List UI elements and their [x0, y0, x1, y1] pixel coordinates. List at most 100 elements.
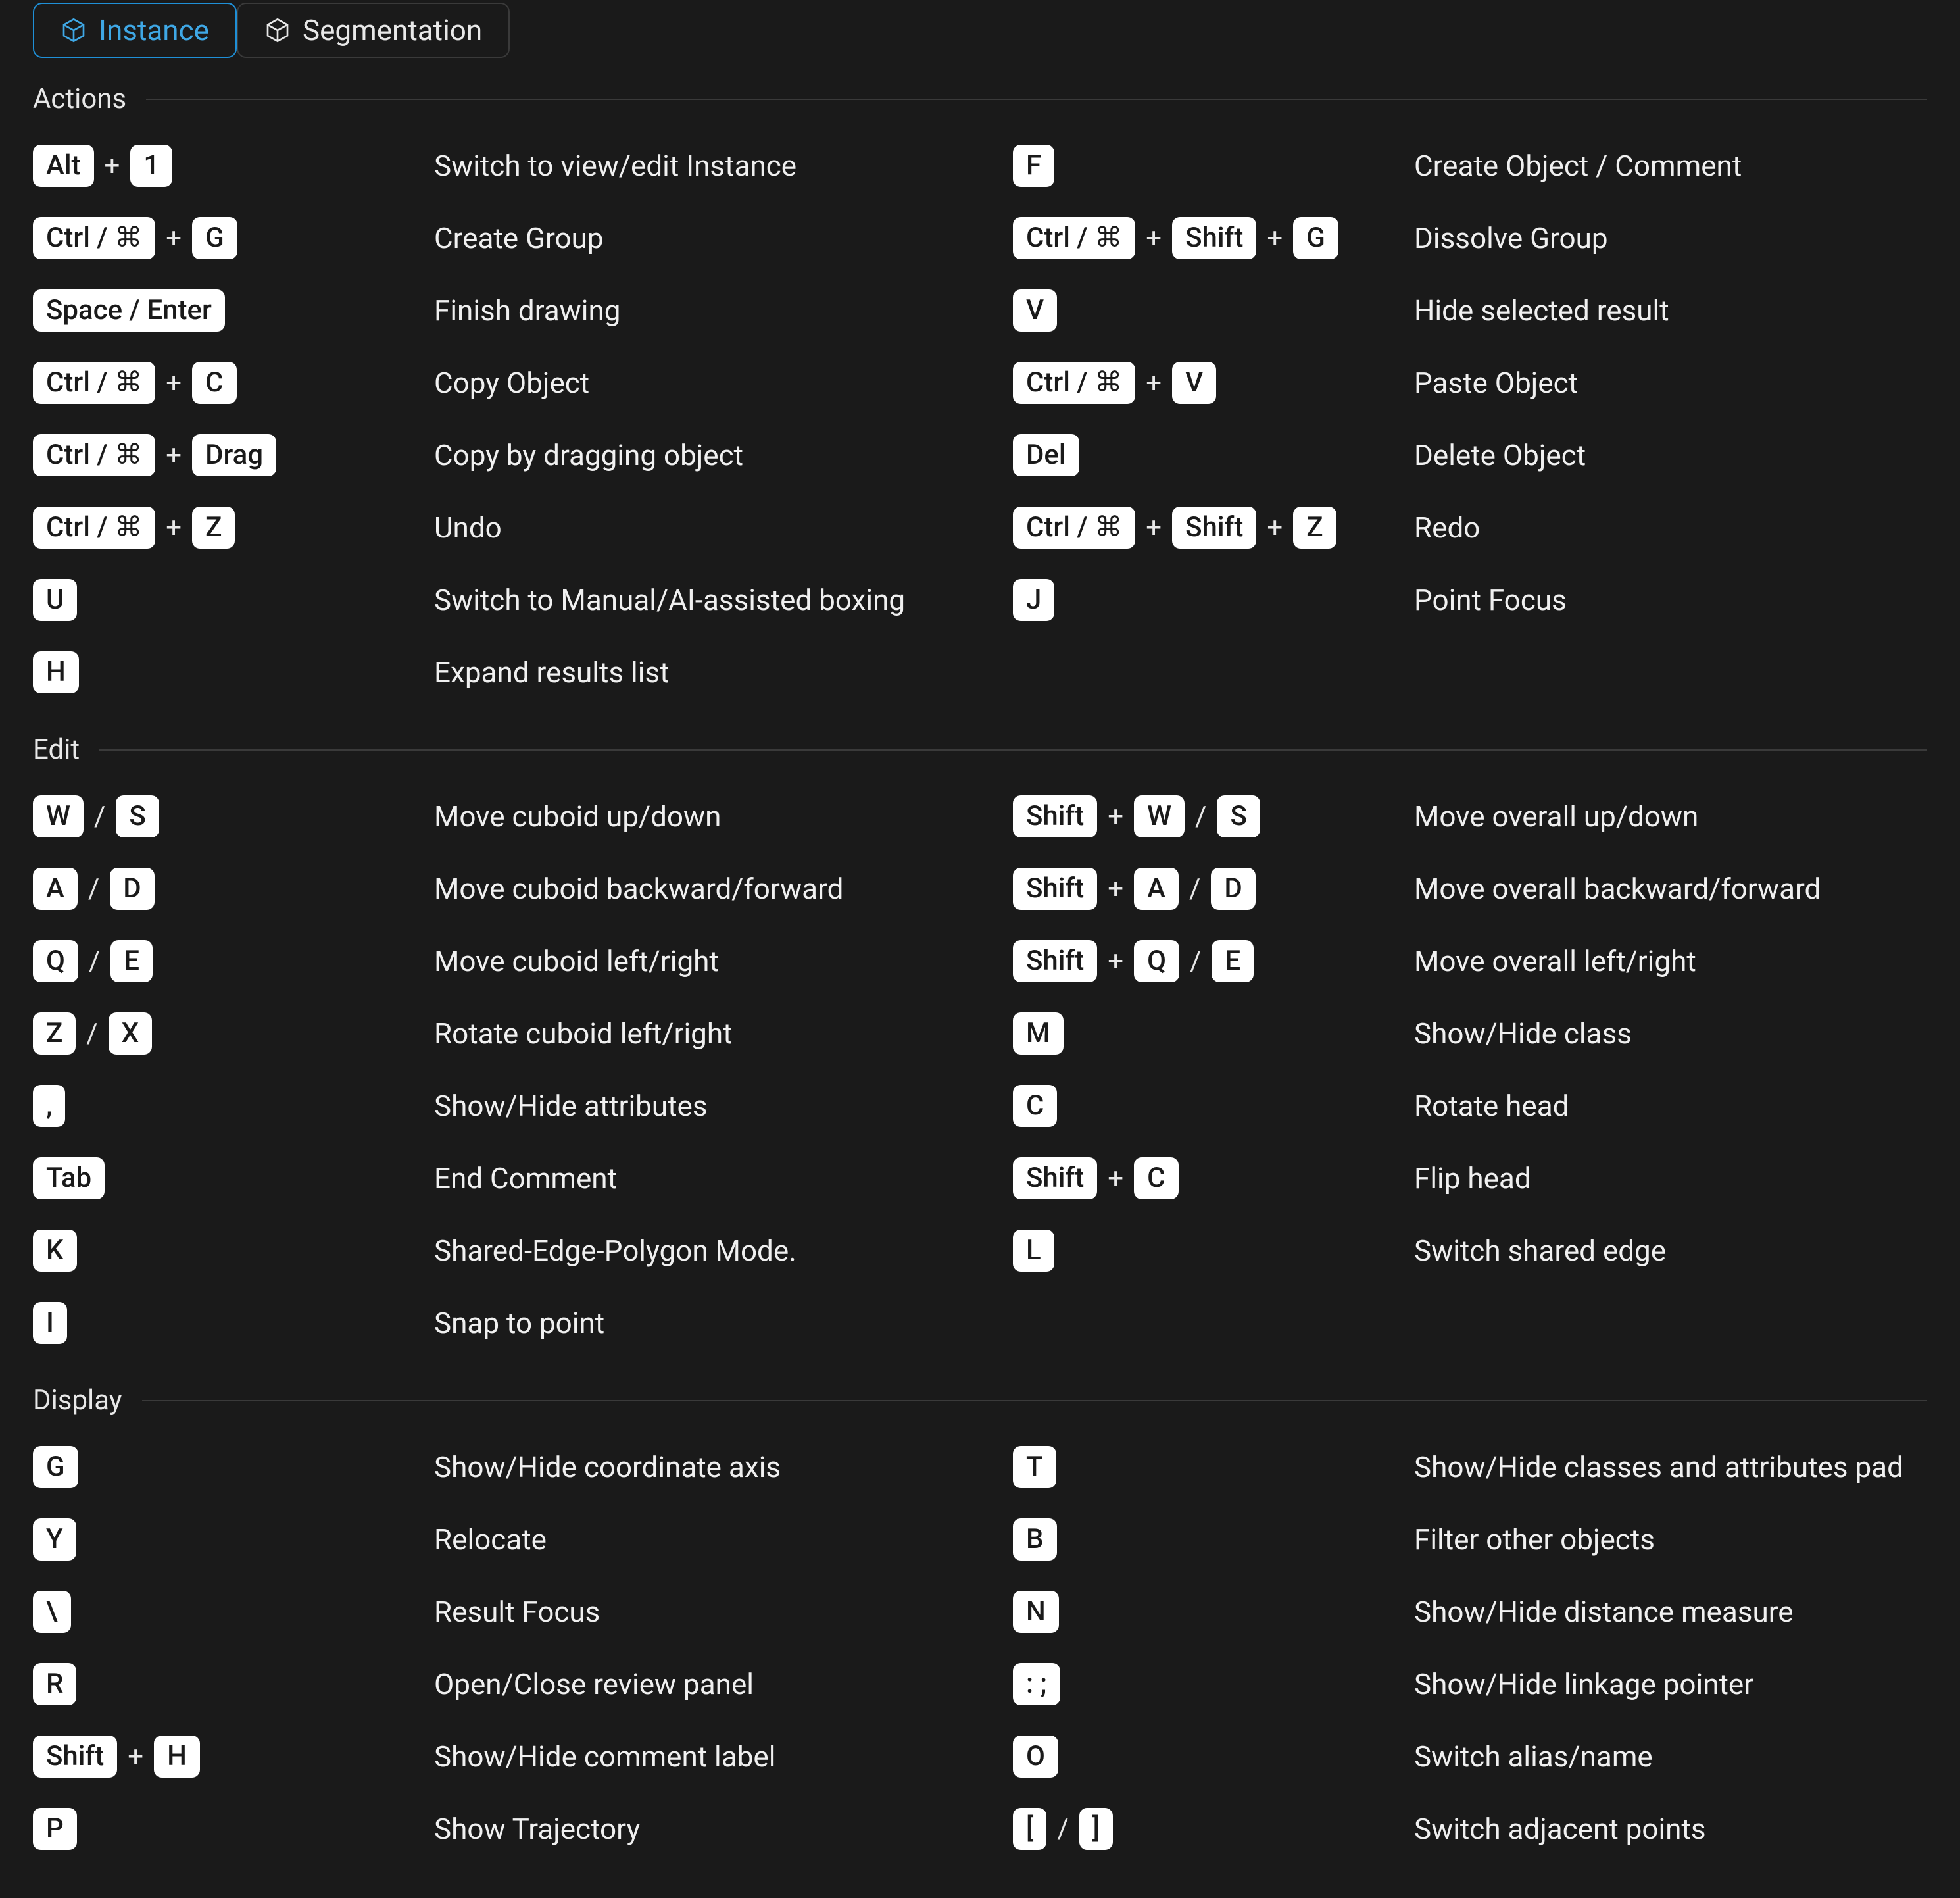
keycap: J	[1013, 579, 1054, 622]
keycap: L	[1013, 1230, 1054, 1272]
keycap: E	[1212, 940, 1254, 983]
key-combo: [/]	[1013, 1808, 1414, 1851]
tab-label: Segmentation	[303, 13, 482, 47]
key-combo: Alt+1	[33, 145, 434, 187]
section-title: Display	[33, 1384, 122, 1416]
key-combo: Shift+W/S	[1013, 795, 1414, 838]
key-separator: +	[1106, 873, 1125, 905]
key-combo: U	[33, 579, 434, 622]
key-separator: +	[1106, 945, 1125, 978]
key-combo: Ctrl / ⌘+Drag	[33, 434, 434, 477]
shortcut-description: Relocate	[434, 1522, 1013, 1557]
key-combo: Y	[33, 1518, 434, 1561]
keycap: [	[1013, 1808, 1046, 1851]
shortcut-description: Move cuboid up/down	[434, 799, 1013, 834]
keycap: U	[33, 579, 77, 622]
keycap: Tab	[33, 1157, 105, 1200]
section-header: Edit	[33, 734, 1927, 766]
shortcut-description: Result Focus	[434, 1595, 1013, 1629]
shortcut-description: Show/Hide comment label	[434, 1739, 1013, 1774]
keycap: Shift	[33, 1736, 117, 1778]
keycap: V	[1172, 362, 1216, 405]
key-separator: +	[1144, 512, 1163, 544]
keycap: G	[33, 1446, 78, 1489]
shortcut-row: HExpand results list	[33, 636, 1927, 709]
keycap: V	[1013, 289, 1057, 332]
keycap: Q	[1134, 940, 1179, 983]
keycap: Ctrl / ⌘	[33, 217, 155, 260]
keycap: G	[192, 217, 237, 260]
shortcut-row: KShared-Edge-Polygon Mode.LSwitch shared…	[33, 1214, 1927, 1287]
shortcut-row: ISnap to point	[33, 1287, 1927, 1359]
divider	[142, 1400, 1927, 1401]
keycap: Ctrl / ⌘	[33, 507, 155, 549]
keycap: Alt	[33, 145, 94, 187]
keycap: T	[1013, 1446, 1056, 1489]
section-header: Display	[33, 1384, 1927, 1416]
key-combo: P	[33, 1808, 434, 1851]
shortcut-description: Show/Hide attributes	[434, 1089, 1013, 1123]
shortcut-row: Ctrl / ⌘+CCopy ObjectCtrl / ⌘+VPaste Obj…	[33, 347, 1927, 419]
cube-outline-icon	[264, 17, 291, 43]
shortcut-description: Switch to view/edit Instance	[434, 149, 1013, 183]
keycap: P	[33, 1808, 77, 1851]
keycap: Shift	[1013, 868, 1097, 911]
shortcut-description: Snap to point	[434, 1306, 1013, 1340]
key-combo: B	[1013, 1518, 1414, 1561]
key-combo: Q/E	[33, 940, 434, 983]
key-separator: /	[1194, 801, 1208, 833]
keycap: K	[33, 1230, 77, 1272]
key-separator: +	[1144, 367, 1163, 399]
keycap: Z	[1293, 507, 1336, 549]
keycap: M	[1013, 1012, 1064, 1055]
shortcut-description: Finish drawing	[434, 293, 1013, 328]
tab-segmentation[interactable]: Segmentation	[237, 3, 510, 58]
section-title: Actions	[33, 83, 126, 115]
shortcut-row: Ctrl / ⌘+GCreate GroupCtrl / ⌘+Shift+GDi…	[33, 202, 1927, 274]
tab-instance[interactable]: Instance	[33, 3, 237, 58]
shortcut-row: Ctrl / ⌘+ZUndoCtrl / ⌘+Shift+ZRedo	[33, 491, 1927, 564]
keycap: F	[1013, 145, 1054, 187]
keycap: D	[110, 868, 154, 911]
shortcut-description: Switch to Manual/AI-assisted boxing	[434, 583, 1013, 617]
keycap: Z	[33, 1012, 76, 1055]
keycap: Ctrl / ⌘	[1013, 217, 1135, 260]
shortcut-description: Undo	[434, 511, 1013, 545]
shortcut-description: Delete Object	[1414, 438, 1927, 472]
key-combo: Shift + H	[33, 1736, 434, 1778]
key-combo: C	[1013, 1085, 1414, 1128]
key-combo: G	[33, 1446, 434, 1489]
shortcut-description: Move cuboid backward/forward	[434, 872, 1013, 906]
shortcut-description: Switch shared edge	[1414, 1234, 1927, 1268]
keycap: Space / Enter	[33, 289, 225, 332]
key-separator: /	[93, 801, 107, 833]
keycap: Shift	[1172, 217, 1256, 260]
keycap: Ctrl / ⌘	[1013, 507, 1135, 549]
keycap: C	[192, 362, 236, 405]
tab-bar: Instance Segmentation	[33, 0, 1927, 58]
key-combo: Ctrl / ⌘ + V	[1013, 362, 1414, 405]
shortcut-row: Space / EnterFinish drawingVHide selecte…	[33, 274, 1927, 347]
keycap: H	[154, 1736, 200, 1778]
key-separator: /	[1188, 945, 1202, 978]
keycap: Ctrl / ⌘	[1013, 362, 1135, 405]
key-separator: /	[85, 1018, 99, 1050]
shortcut-description: Show/Hide linkage pointer	[1414, 1667, 1927, 1701]
key-combo: \	[33, 1591, 434, 1634]
shortcut-description: Show/Hide coordinate axis	[434, 1450, 1013, 1484]
keycap: E	[110, 940, 153, 983]
key-combo: A/D	[33, 868, 434, 911]
key-separator: /	[1056, 1813, 1069, 1845]
keycap: \	[33, 1591, 71, 1634]
key-combo: F	[1013, 145, 1414, 187]
key-combo: M	[1013, 1012, 1414, 1055]
key-combo: Shift+C	[1013, 1157, 1414, 1200]
shortcut-description: Flip head	[1414, 1161, 1927, 1195]
keycap: G	[1293, 217, 1338, 260]
key-combo: N	[1013, 1591, 1414, 1634]
keycap: C	[1013, 1085, 1057, 1128]
shortcut-sections: Actions Alt+1Switch to view/edit Instance…	[33, 83, 1927, 1865]
shortcut-description: Move cuboid left/right	[434, 944, 1013, 978]
shortcut-row: ,Show/Hide attributesCRotate head	[33, 1070, 1927, 1142]
key-separator: +	[126, 1741, 145, 1773]
